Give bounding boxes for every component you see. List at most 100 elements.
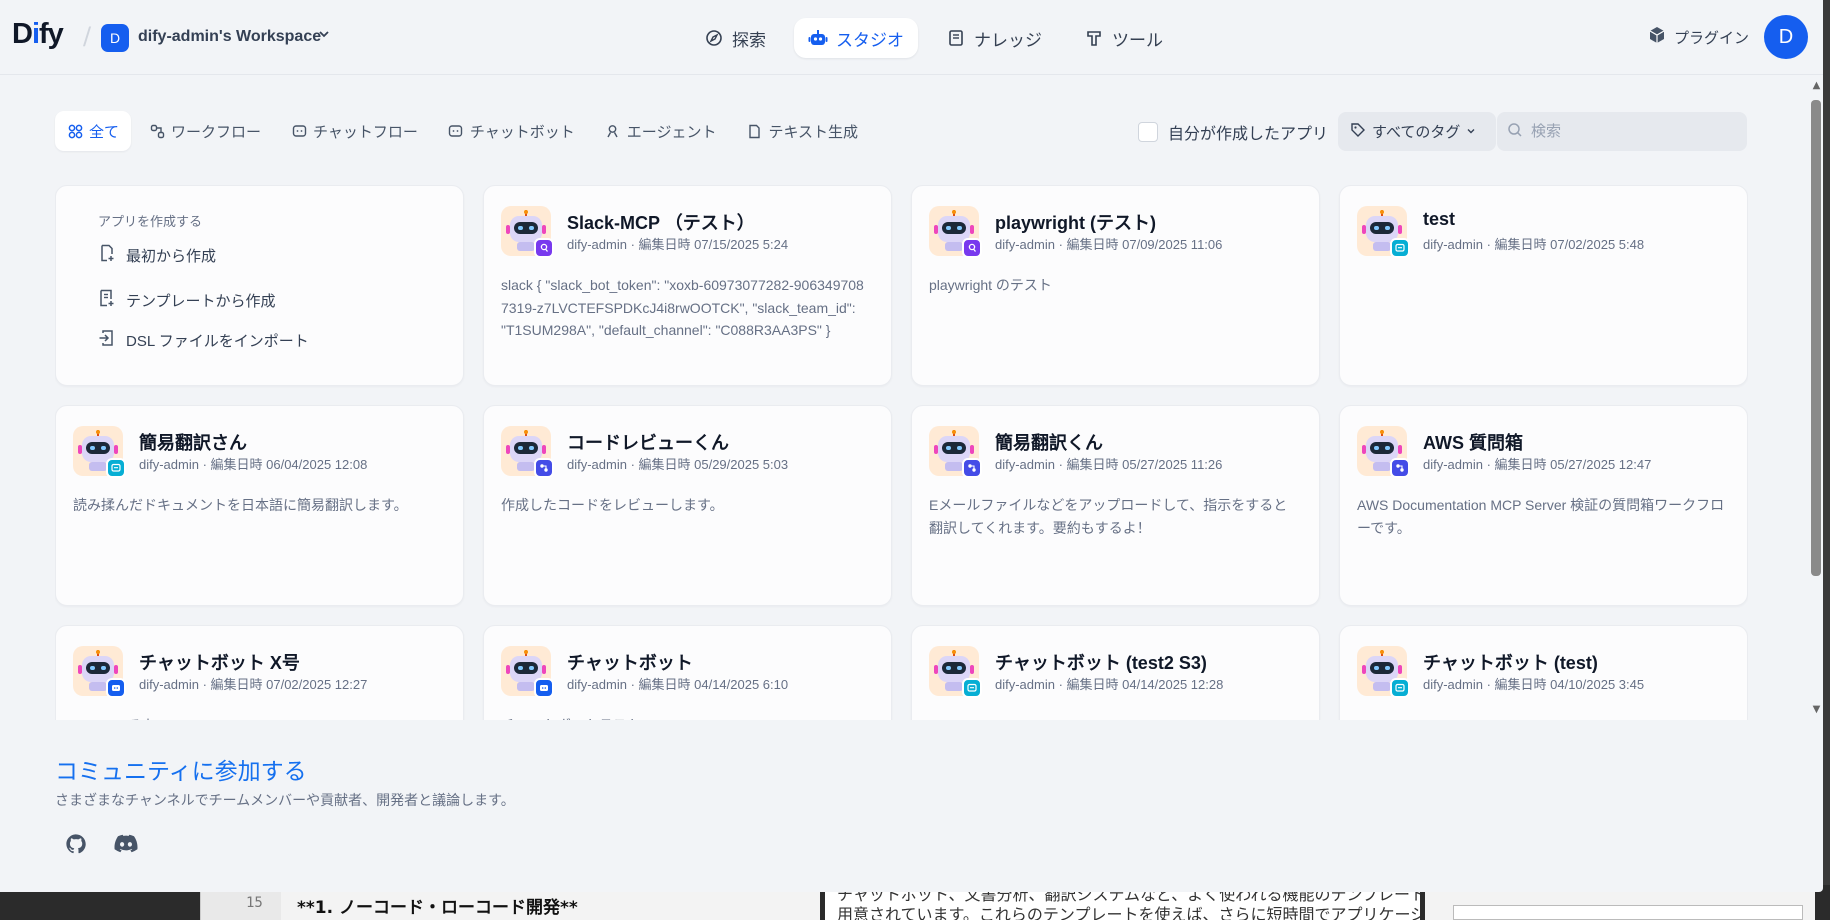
avatar[interactable]: D: [1764, 15, 1808, 59]
nav-tools[interactable]: ツール: [1070, 18, 1177, 58]
app-card[interactable]: test dify-admin · 編集日時 07/02/2025 5:48: [1339, 185, 1748, 386]
tab-label: エージェント: [626, 123, 717, 141]
app-description: slack { "slack_bot_token": "xoxb-6097307…: [501, 277, 864, 338]
chatflow-type-icon: [106, 458, 126, 478]
app-description: Chatbot です: [73, 714, 443, 720]
robot-icon: [808, 28, 828, 48]
app-description: 作成したコードをレビューします。: [501, 497, 724, 513]
tab-chatflow[interactable]: チャットフロー: [279, 111, 430, 151]
app-type-tabs: 全て ワークフロー チャットフロー チャットボット エージェント テキスト生成: [55, 111, 870, 151]
create-app-heading: アプリを作成する: [98, 214, 203, 229]
cube-icon: [1648, 26, 1666, 48]
app-card[interactable]: 簡易翻訳くん dify-admin · 編集日時 05/27/2025 11:26…: [911, 405, 1320, 606]
app-meta: dify-admin · 編集日時 06/04/2025 12:08: [139, 457, 368, 472]
hammer-icon: [1084, 28, 1104, 48]
tab-label: ワークフロー: [171, 123, 262, 141]
import-icon: [98, 329, 116, 351]
community-title[interactable]: コミュニティに参加する: [55, 752, 307, 786]
chatflow-type-icon: [1390, 678, 1410, 698]
code-line: **1. ノーコード・ローコード開発**: [297, 898, 578, 918]
scrollbar-thumb[interactable]: [1811, 100, 1821, 576]
app-description: AWS Documentation MCP Server 検証の質問箱ワークフロ…: [1357, 497, 1725, 536]
top-bar: Dify / D dify-admin's Workspace 探索 スタジオ: [0, 0, 1823, 75]
app-grid: アプリを作成する 最初から作成 テンプレートから作成 DSL ファイルをインポー…: [55, 185, 1748, 720]
chevron-down-icon[interactable]: [318, 28, 330, 43]
app-card[interactable]: 簡易翻訳さん dify-admin · 編集日時 06/04/2025 12:08…: [55, 405, 464, 606]
nav-knowledge[interactable]: ナレッジ: [932, 18, 1056, 58]
chat-bubble-icon: [448, 123, 464, 139]
tab-label: チャットボット: [469, 123, 575, 141]
app-title: test: [1423, 209, 1456, 229]
workspace-avatar[interactable]: D: [101, 24, 129, 52]
agent-icon: [605, 123, 621, 139]
app-card[interactable]: AWS 質問箱 dify-admin · 編集日時 05/27/2025 12:4…: [1339, 405, 1748, 606]
discord-icon[interactable]: [111, 829, 141, 859]
app-card[interactable]: チャットボット (test) dify-admin · 編集日時 04/10/20…: [1339, 625, 1748, 720]
tab-text-generation[interactable]: テキスト生成: [734, 111, 870, 151]
search-input[interactable]: [1531, 123, 1731, 140]
app-title: 簡易翻訳くん: [995, 433, 1103, 453]
app-meta: dify-admin · 編集日時 07/02/2025 5:48: [1423, 237, 1645, 252]
app-card[interactable]: playwright (テスト) dify-admin · 編集日時 07/09/…: [911, 185, 1320, 386]
nav-studio[interactable]: スタジオ: [794, 18, 918, 58]
tag-filter-dropdown[interactable]: すべてのタグ: [1338, 112, 1496, 151]
workflow-icon: [149, 123, 165, 139]
app-meta: dify-admin · 編集日時 04/10/2025 3:45: [1423, 677, 1645, 692]
tag-icon: [1350, 122, 1366, 142]
dify-app-window: Dify / D dify-admin's Workspace 探索 スタジオ: [0, 0, 1823, 892]
plugin-label: プラグイン: [1674, 29, 1750, 47]
chevron-down-icon: [1466, 123, 1476, 140]
tab-agent[interactable]: エージェント: [593, 111, 729, 151]
compass-icon: [704, 28, 724, 48]
create-option-label: DSL ファイルをインポート: [126, 332, 309, 350]
app-meta: dify-admin · 編集日時 05/29/2025 5:03: [567, 457, 789, 472]
app-meta: dify-admin · 編集日時 04/14/2025 6:10: [567, 677, 789, 692]
created-by-me-checkbox[interactable]: [1138, 122, 1158, 142]
tab-workflow[interactable]: ワークフロー: [137, 111, 273, 151]
create-option-label: 最初から作成: [126, 247, 217, 265]
plugin-button[interactable]: プラグイン: [1648, 26, 1749, 48]
scroll-down-arrow-icon[interactable]: ▼: [1810, 704, 1823, 716]
nav-explore[interactable]: 探索: [690, 18, 780, 58]
app-card[interactable]: コードレビューくん dify-admin · 編集日時 05/29/2025 5:…: [483, 405, 892, 606]
breadcrumb-separator: /: [83, 22, 92, 50]
workflow-type-icon: [962, 458, 982, 478]
create-app-card: アプリを作成する 最初から作成 テンプレートから作成 DSL ファイルをインポー…: [55, 185, 464, 386]
app-card[interactable]: チャットボット dify-admin · 編集日時 04/14/2025 6:10…: [483, 625, 892, 720]
app-card[interactable]: Slack-MCP （テスト） dify-admin · 編集日時 07/15/2…: [483, 185, 892, 386]
tab-chatbot[interactable]: チャットボット: [436, 111, 587, 151]
book-icon: [946, 28, 966, 48]
file-plus-icon: [98, 244, 116, 266]
agent-type-icon: [534, 238, 554, 258]
created-by-me-filter[interactable]: 自分が作成したアプリ: [1138, 120, 1328, 144]
scroll-up-arrow-icon[interactable]: ▲: [1810, 80, 1823, 92]
grid-icon: [67, 123, 83, 139]
editor-input-box[interactable]: [1453, 905, 1803, 920]
import-dsl-button[interactable]: DSL ファイルをインポート: [98, 329, 309, 351]
search-box: [1497, 112, 1747, 151]
nav-label: スタジオ: [836, 30, 904, 50]
nav-label: ツール: [1112, 30, 1163, 50]
tab-all[interactable]: 全て: [55, 111, 132, 151]
document-icon: [746, 123, 762, 139]
app-description: Eメールファイルなどをアップロードして、指示をすると翻訳してくれます。要約もする…: [929, 497, 1288, 536]
app-description: playwright のテスト: [929, 277, 1052, 293]
app-meta: dify-admin · 編集日時 05/27/2025 11:26: [995, 457, 1223, 472]
create-from-template-button[interactable]: テンプレートから作成: [98, 289, 276, 311]
app-meta: dify-admin · 編集日時 04/14/2025 12:28: [995, 677, 1224, 692]
create-blank-button[interactable]: 最初から作成: [98, 244, 216, 266]
template-icon: [98, 289, 116, 311]
search-icon: [1507, 122, 1523, 142]
app-meta: dify-admin · 編集日時 07/09/2025 11:06: [995, 237, 1223, 252]
chatbot-type-icon: [534, 678, 554, 698]
dify-logo[interactable]: Dify: [12, 18, 64, 51]
app-card[interactable]: チャットボット X号 dify-admin · 編集日時 07/02/2025 1…: [55, 625, 464, 720]
tab-label: テキスト生成: [768, 123, 859, 141]
workspace-name[interactable]: dify-admin's Workspace: [138, 28, 321, 46]
github-icon[interactable]: [61, 829, 91, 859]
agent-type-icon: [962, 238, 982, 258]
app-meta: dify-admin · 編集日時 07/02/2025 12:27: [139, 677, 368, 692]
workflow-type-icon: [534, 458, 554, 478]
app-card[interactable]: チャットボット (test2 S3) dify-admin · 編集日時 04/1…: [911, 625, 1320, 720]
app-description: 読み揉んだドキュメントを日本語に簡易翻訳します。: [73, 497, 408, 513]
